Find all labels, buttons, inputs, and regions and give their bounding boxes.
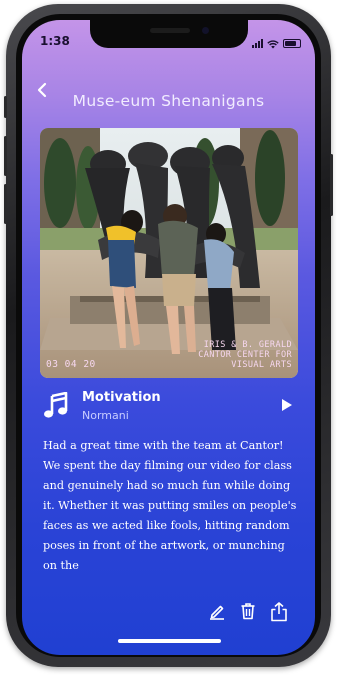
music-note-icon — [44, 391, 68, 422]
play-icon[interactable] — [281, 397, 293, 416]
trash-icon[interactable] — [240, 602, 256, 620]
status-time: 1:38 — [40, 34, 70, 48]
song-artist: Normani — [82, 409, 129, 422]
cellular-signal-icon — [252, 39, 263, 48]
entry-photo[interactable]: 03 04 20 IRIS & B. GERALD CANTOR CENTER … — [40, 128, 298, 378]
mute-switch — [4, 96, 7, 118]
front-camera — [202, 27, 209, 34]
share-icon[interactable] — [270, 602, 288, 622]
volume-down-button — [4, 184, 7, 224]
pencil-icon[interactable] — [208, 602, 226, 620]
speaker-grille — [150, 28, 190, 33]
app-screen: 1:38 Muse-eum Shenanigans 03 04 20 IRIS … — [22, 20, 315, 655]
entry-text: Had a great time with the team at Cantor… — [43, 439, 297, 572]
photo-caption: IRIS & B. GERALD CANTOR CENTER FOR VISUA… — [198, 340, 292, 370]
wifi-icon — [267, 34, 279, 53]
volume-up-button — [4, 136, 7, 176]
photo-caption-line: VISUAL ARTS — [231, 360, 292, 370]
photo-caption-line: IRIS & B. GERALD — [203, 340, 292, 350]
page-title: Muse-eum Shenanigans — [72, 92, 265, 110]
song-title: Motivation — [82, 390, 161, 405]
battery-icon — [283, 39, 301, 48]
power-button — [330, 154, 333, 216]
home-indicator[interactable] — [118, 639, 221, 643]
photo-date-stamp: 03 04 20 — [46, 359, 96, 370]
status-icons — [252, 34, 301, 53]
notch — [90, 20, 248, 48]
photo-caption-line: CANTOR CENTER FOR — [198, 350, 292, 360]
